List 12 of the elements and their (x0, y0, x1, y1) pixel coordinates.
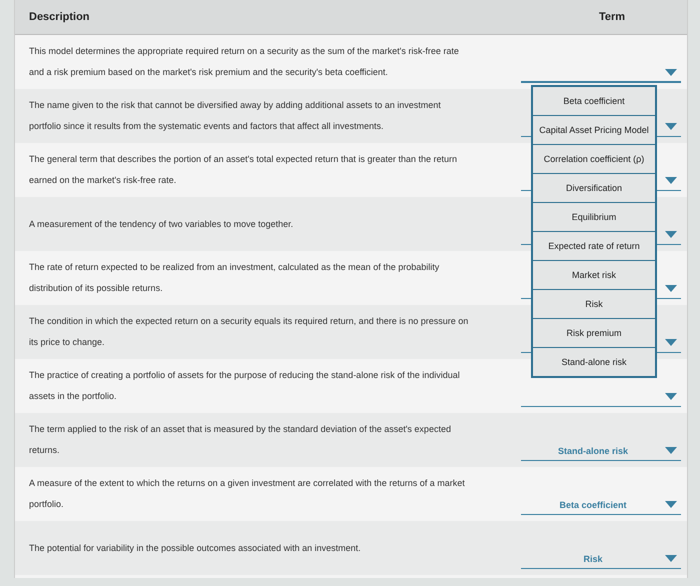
description-text: The general term that describes the portion of an asset's total expected return that is greater than the return earned on the market's risk-free rate. (29, 153, 458, 187)
description-text: A measure of the extent to which the returns on a given investment are correlated with the returns of a market portfolio. (29, 477, 466, 511)
description-text: The term applied to the risk of an asset that is measured by the standard deviation of the asset's expected returns. (29, 423, 452, 457)
description-text: The potential for variability in the possible outcomes associated with an investment. (29, 542, 362, 555)
description-text: This model determines the appropriate required return on a security as the sum of the market's risk-free rate and a risk premium based on the market's risk premium and the security's beta coefficient. (29, 45, 460, 79)
description-text: A measurement of the tendency of two variables to move together. (29, 218, 294, 231)
description-text: The condition in which the expected return on a security equals its required return, and there is no pressure on its price to change. (29, 315, 470, 349)
column-header: Description (29, 11, 91, 23)
column-header: Term (598, 11, 626, 23)
description-text: The practice of creating a portfolio of assets for the purpose of reducing the stand-alone risk of the individual assets in the portfolio. (29, 369, 461, 403)
description-text: The rate of return expected to be realized from an investment, calculated as the mean of the probability distribution of its possible returns. (29, 261, 440, 295)
description-text: The name given to the risk that cannot be diversified away by adding additional assets to an investment portfolio since it results from the systematic events and factors that affect all investments. (29, 99, 442, 133)
